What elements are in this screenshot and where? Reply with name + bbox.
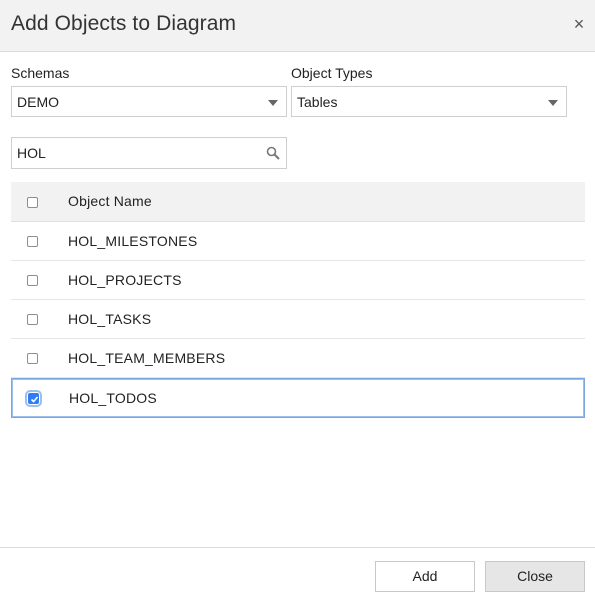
object-types-select[interactable]: Tables — [291, 86, 567, 117]
dialog-header: Add Objects to Diagram × — [0, 0, 595, 52]
object-name: HOL_TEAM_MEMBERS — [68, 350, 226, 366]
object-name: HOL_MILESTONES — [68, 233, 198, 249]
object-types-label: Object Types — [291, 65, 373, 81]
search-box — [11, 137, 287, 169]
table-row[interactable]: HOL_TEAM_MEMBERS — [11, 339, 585, 378]
search-input[interactable] — [12, 138, 262, 168]
chevron-down-icon — [548, 100, 558, 106]
row-checkbox[interactable] — [27, 236, 38, 247]
table-row[interactable]: HOL_PROJECTS — [11, 261, 585, 300]
chevron-down-icon — [268, 100, 278, 106]
row-checkbox[interactable] — [27, 314, 38, 325]
close-button[interactable]: Close — [485, 561, 585, 592]
close-icon[interactable]: × — [571, 15, 587, 33]
table-row[interactable]: HOL_MILESTONES — [11, 222, 585, 261]
objects-table: Object Name HOL_MILESTONES HOL_PROJECTS … — [11, 182, 585, 418]
table-row-selected[interactable]: HOL_TODOS — [11, 378, 585, 418]
row-checkbox-checked[interactable] — [25, 390, 42, 407]
object-name: HOL_PROJECTS — [68, 272, 182, 288]
schemas-label: Schemas — [11, 65, 70, 81]
table-header: Object Name — [11, 182, 585, 222]
row-checkbox[interactable] — [27, 275, 38, 286]
table-row[interactable]: HOL_TASKS — [11, 300, 585, 339]
dialog-footer: Add Close — [0, 547, 595, 605]
add-button[interactable]: Add — [375, 561, 475, 592]
schemas-select[interactable]: DEMO — [11, 86, 287, 117]
row-checkbox[interactable] — [27, 353, 38, 364]
checkmark-icon — [30, 396, 39, 403]
object-name: HOL_TODOS — [69, 390, 157, 406]
dialog-title: Add Objects to Diagram — [11, 12, 237, 35]
object-types-select-value: Tables — [297, 94, 338, 110]
object-name: HOL_TASKS — [68, 311, 152, 327]
select-all-checkbox[interactable] — [27, 197, 38, 208]
column-header-object-name: Object Name — [68, 193, 152, 209]
search-icon[interactable] — [266, 146, 280, 160]
schemas-select-value: DEMO — [17, 94, 59, 110]
add-objects-dialog: Add Objects to Diagram × Schemas Object … — [0, 0, 595, 605]
